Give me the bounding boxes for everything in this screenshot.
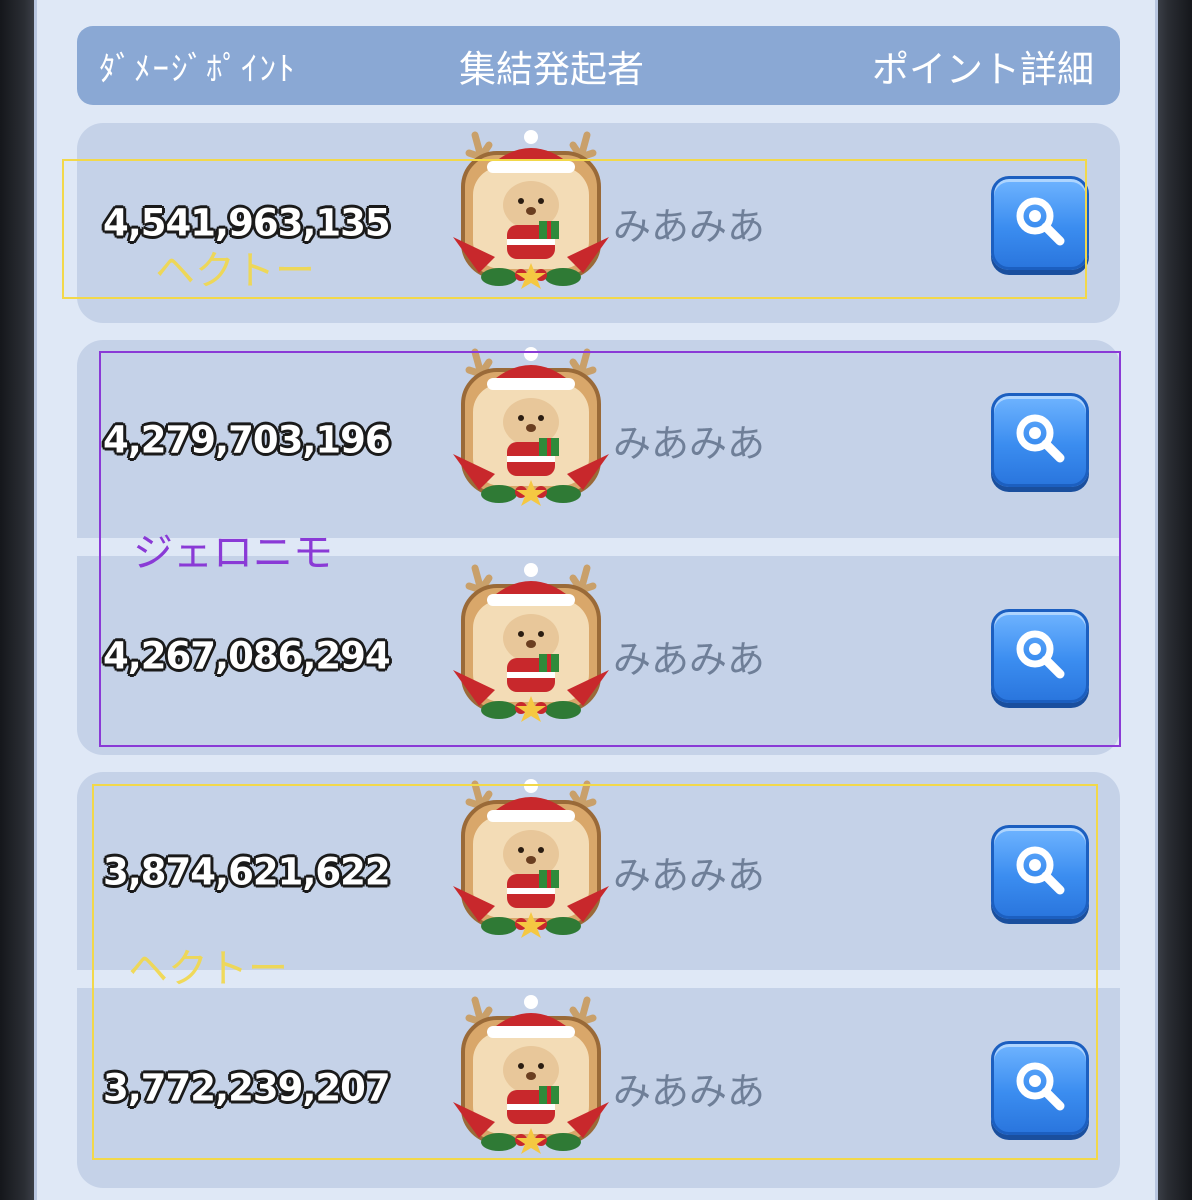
header-point-details: ポイント詳細 <box>872 47 1094 91</box>
right-frame <box>1158 0 1192 1200</box>
annotation-label-2: ジェロニモ <box>133 530 333 576</box>
table-header: ﾀﾞﾒｰｼﾞﾎﾟｲﾝﾄ 集結発起者 ポイント詳細 <box>77 26 1120 105</box>
annotation-label-1: ヘクトー <box>155 248 315 294</box>
annotation-label-3: ヘクトー <box>128 946 288 992</box>
header-damage-points: ﾀﾞﾒｰｼﾞﾎﾟｲﾝﾄ <box>99 48 297 88</box>
header-rally-initiator: 集結発起者 <box>459 47 644 91</box>
left-frame <box>0 0 34 1200</box>
